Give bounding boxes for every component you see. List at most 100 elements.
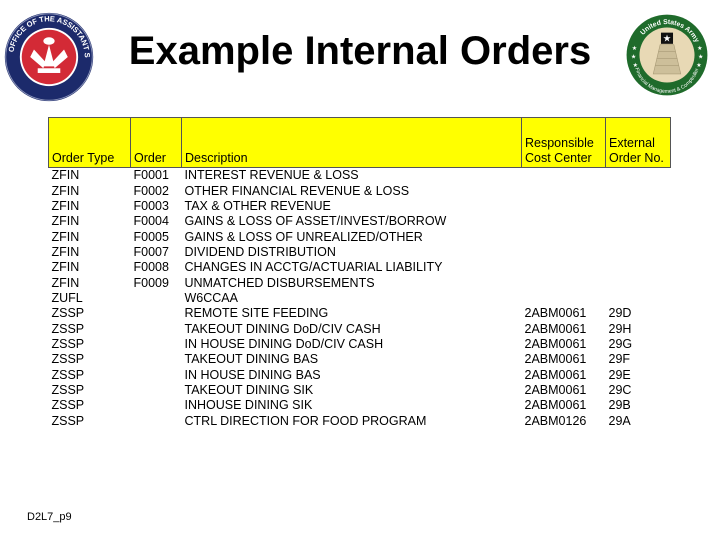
cell-description: CHANGES IN ACCTG/ACTUARIAL LIABILITY	[184, 260, 443, 275]
cell-cost-center: 2ABM0061	[524, 382, 587, 397]
cell-order-type: ZSSP	[51, 321, 85, 336]
cell-order-type: ZFIN	[51, 244, 80, 259]
internal-orders-table: Order Type Order Description Responsible…	[48, 117, 671, 429]
cell-external-order: 29B	[608, 398, 631, 413]
cell-cost-center	[522, 183, 606, 198]
cell-external-order	[606, 168, 671, 184]
cell-external-order: 29G	[608, 336, 633, 351]
cell-description: OTHER FINANCIAL REVENUE & LOSS	[184, 183, 410, 198]
cell-cost-center	[522, 229, 606, 244]
cell-external-order: 29C	[608, 382, 632, 397]
cell-order-type: ZSSP	[51, 367, 85, 382]
cell-external-order: 29D	[608, 306, 632, 321]
slide-footer-label: D2L7_p9	[27, 511, 72, 523]
cell-description: UNMATCHED DISBURSEMENTS	[184, 275, 375, 290]
table-row: ZSSP TAKEOUT DINING SIK 2ABM0061 29C	[49, 383, 671, 398]
cell-external-order: 29E	[608, 367, 631, 382]
page-title: Example Internal Orders	[128, 29, 592, 73]
svg-text:★: ★	[663, 34, 671, 45]
cell-order-type: ZFIN	[51, 198, 80, 213]
cell-external-order: 29A	[608, 413, 631, 428]
cell-cost-center: 2ABM0061	[524, 398, 587, 413]
table-row: ZFIN F0008 CHANGES IN ACCTG/ACTUARIAL LIAB…	[49, 260, 671, 275]
cell-order: F0005	[133, 229, 169, 244]
table-row: ZSSP INHOUSE DINING SIK 2ABM0061 29B	[49, 398, 671, 413]
cell-external-order	[606, 229, 671, 244]
cell-order: F0004	[133, 214, 169, 229]
table-row: ZSSP CTRL DIRECTION FOR FOOD PROGRAM 2ABM0…	[49, 414, 671, 429]
cell-order	[131, 352, 182, 367]
cell-description: TAX & OTHER REVENUE	[184, 198, 331, 213]
cell-order	[131, 337, 182, 352]
cell-order: F0007	[133, 244, 169, 259]
cell-external-order	[606, 291, 671, 306]
table-row: ZFIN F0004 GAINS & LOSS OF ASSET/INVEST/BO…	[49, 214, 671, 229]
cell-order-type: ZFIN	[51, 214, 80, 229]
table-row: ZFIN F0005 GAINS & LOSS OF UNREALIZED/OTHE…	[49, 229, 671, 244]
table-row: ZFIN F0003 TAX & OTHER REVENUE	[49, 199, 671, 214]
cell-order	[131, 367, 182, 382]
cell-order: F0001	[133, 168, 169, 183]
table-row: ZFIN F0007 DIVIDEND DISTRIBUTION	[49, 245, 671, 260]
cell-external-order	[606, 199, 671, 214]
cell-cost-center	[522, 245, 606, 260]
cell-order-type: ZSSP	[51, 398, 85, 413]
cell-description: IN HOUSE DINING DoD/CIV CASH	[184, 336, 384, 351]
cell-order-type: ZSSP	[51, 336, 85, 351]
cell-order	[131, 414, 182, 429]
cell-cost-center	[522, 275, 606, 290]
cell-order	[131, 291, 182, 306]
cell-order-type: ZSSP	[51, 413, 85, 428]
cell-order	[131, 306, 182, 321]
cell-description: INTEREST REVENUE & LOSS	[184, 168, 359, 183]
cell-order-type: ZFIN	[51, 168, 80, 183]
us-army-seal-logo: ★ ★★★ ★★★ United States Army Financial M…	[626, 14, 708, 96]
cell-description: GAINS & LOSS OF UNREALIZED/OTHER	[184, 229, 423, 244]
table-row: ZSSP IN HOUSE DINING DoD/CIV CASH 2ABM0061…	[49, 337, 671, 352]
table-row: ZFIN F0001 INTEREST REVENUE & LOSS	[49, 168, 671, 184]
cell-description: W6CCAA	[184, 290, 238, 305]
cell-external-order: 29H	[608, 321, 632, 336]
cell-order	[131, 398, 182, 413]
cell-description: INHOUSE DINING SIK	[184, 398, 313, 413]
header-external-order: External Order No.	[605, 117, 671, 168]
cell-cost-center	[522, 199, 606, 214]
header-cost-center: Responsible Cost Center	[521, 117, 606, 168]
cell-order-type: ZUFL	[51, 290, 83, 305]
cell-description: GAINS & LOSS OF ASSET/INVEST/BORROW	[184, 214, 447, 229]
table-row: ZFIN F0002 OTHER FINANCIAL REVENUE & LOSS	[49, 183, 671, 198]
cell-external-order	[606, 275, 671, 290]
cell-order-type: ZSSP	[51, 306, 85, 321]
cell-description: DIVIDEND DISTRIBUTION	[184, 244, 336, 259]
table-row: ZSSP TAKEOUT DINING BAS 2ABM0061 29F	[49, 352, 671, 367]
cell-order: F0008	[133, 260, 169, 275]
svg-text:★: ★	[631, 53, 636, 60]
cell-order-type: ZFIN	[51, 183, 80, 198]
cell-description: TAKEOUT DINING BAS	[184, 352, 319, 367]
cell-description: TAKEOUT DINING SIK	[184, 382, 314, 397]
cell-cost-center	[522, 168, 606, 184]
cell-cost-center	[522, 260, 606, 275]
cell-cost-center: 2ABM0061	[524, 336, 587, 351]
cell-order: F0009	[133, 275, 169, 290]
svg-text:★: ★	[696, 62, 701, 69]
cell-order	[131, 321, 182, 336]
cell-order-type: ZSSP	[51, 382, 85, 397]
header-order-type: Order Type	[48, 117, 131, 168]
cell-external-order	[606, 260, 671, 275]
cell-order	[131, 383, 182, 398]
cell-description: REMOTE SITE FEEDING	[184, 306, 329, 321]
cell-order: F0002	[133, 183, 169, 198]
svg-text:★: ★	[632, 45, 637, 52]
cell-order-type: ZFIN	[51, 275, 80, 290]
table-row: ZUFL W6CCAA	[49, 291, 671, 306]
cell-cost-center: 2ABM0061	[524, 306, 587, 321]
svg-text:★: ★	[697, 45, 702, 52]
table-header-row: Order Type Order Description Responsible…	[48, 117, 671, 168]
cell-cost-center	[522, 291, 606, 306]
svg-text:★: ★	[698, 53, 703, 60]
cell-order-type: ZFIN	[51, 229, 80, 244]
cell-description: IN HOUSE DINING BAS	[184, 367, 321, 382]
table-row: ZFIN F0009 UNMATCHED DISBURSEMENTS	[49, 275, 671, 290]
cell-cost-center: 2ABM0061	[524, 321, 587, 336]
